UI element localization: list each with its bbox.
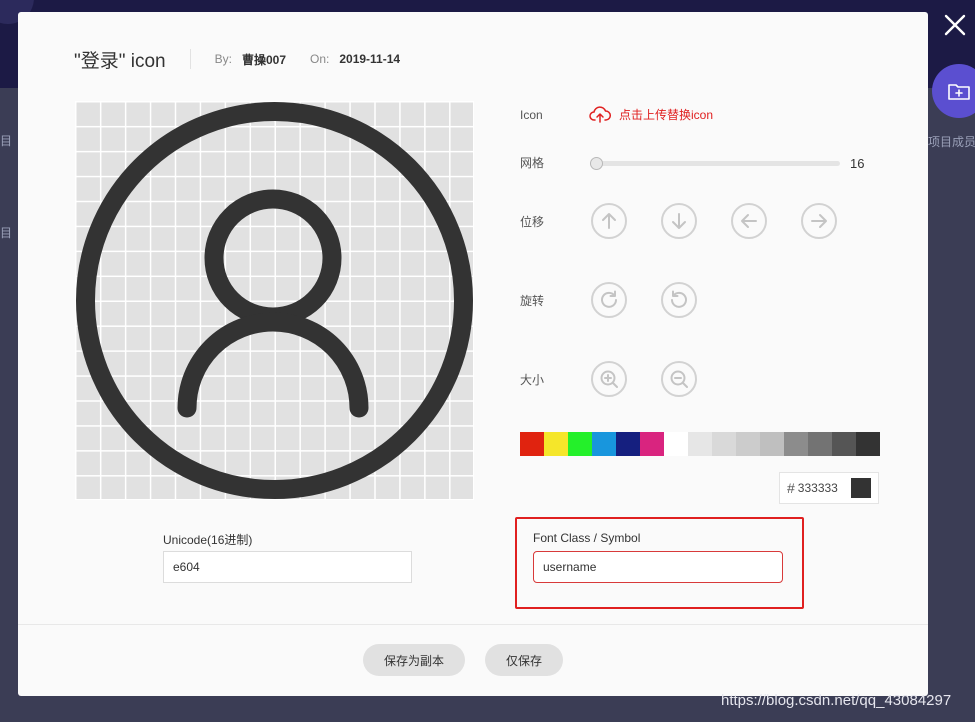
hex-hash-symbol: # — [787, 480, 795, 496]
color-swatch[interactable] — [832, 432, 856, 456]
rotate-clockwise-button[interactable] — [591, 282, 627, 318]
dialog-title: "登录" icon — [74, 50, 166, 72]
color-swatch[interactable] — [688, 432, 712, 456]
arrow-right-icon — [811, 214, 827, 228]
move-label: 位移 — [520, 215, 545, 229]
color-swatch[interactable] — [592, 432, 616, 456]
zoom-in-icon — [600, 370, 618, 388]
arrow-up-icon — [602, 213, 616, 229]
user-icon — [76, 102, 473, 499]
footer-divider — [18, 624, 928, 625]
move-down-button[interactable] — [661, 203, 697, 239]
color-preview-chip — [850, 478, 871, 498]
zoom-in-button[interactable] — [591, 361, 627, 397]
left-edge-mark: 目 — [0, 226, 13, 240]
hex-color-input[interactable] — [797, 481, 848, 495]
rotate-label: 旋转 — [520, 294, 545, 308]
arrow-down-icon — [672, 213, 686, 229]
color-palette — [520, 432, 880, 456]
color-swatch[interactable] — [544, 432, 568, 456]
color-swatch[interactable] — [736, 432, 760, 456]
size-label: 大小 — [520, 373, 545, 387]
rotate-counterclockwise-icon — [671, 290, 687, 308]
date-label: On: — [310, 52, 330, 66]
rotate-counterclockwise-button[interactable] — [661, 282, 697, 318]
close-icon — [944, 14, 966, 36]
upload-icon-text: 点击上传替换icon — [619, 107, 714, 122]
color-swatch[interactable] — [808, 432, 832, 456]
unicode-input[interactable] — [163, 551, 412, 583]
close-button[interactable] — [938, 8, 972, 42]
color-swatch[interactable] — [664, 432, 688, 456]
save-as-copy-button[interactable]: 保存为副本 — [363, 644, 465, 676]
color-swatch[interactable] — [616, 432, 640, 456]
color-swatch[interactable] — [712, 432, 736, 456]
zoom-out-button[interactable] — [661, 361, 697, 397]
grid-slider-track — [590, 161, 840, 166]
color-swatch[interactable] — [568, 432, 592, 456]
cloud-upload-icon — [589, 106, 611, 123]
grid-value: 16 — [850, 156, 865, 171]
folder-plus-icon — [948, 84, 970, 100]
color-swatch[interactable] — [520, 432, 544, 456]
date-value: 2019-11-14 — [339, 52, 401, 66]
icon-preview-canvas[interactable] — [75, 101, 474, 500]
grid-slider[interactable] — [590, 157, 840, 170]
header-divider — [189, 49, 191, 69]
hex-color-field[interactable]: # — [779, 472, 879, 504]
left-edge-mark: 目 — [0, 134, 13, 148]
color-swatch[interactable] — [856, 432, 880, 456]
grid-slider-thumb[interactable] — [590, 157, 603, 170]
font-class-input[interactable] — [533, 551, 783, 583]
dialog-header: "登录" icon By: 曹操007 On: 2019-11-14 — [74, 44, 424, 74]
icon-label: Icon — [520, 108, 543, 122]
save-only-button[interactable]: 仅保存 — [485, 644, 563, 676]
color-swatch[interactable] — [784, 432, 808, 456]
font-class-label: Font Class / Symbol — [533, 531, 641, 545]
grid-label: 网格 — [520, 156, 545, 170]
rotate-clockwise-icon — [601, 290, 617, 308]
icon-edit-dialog: "登录" icon By: 曹操007 On: 2019-11-14 Icon … — [18, 12, 928, 696]
move-left-button[interactable] — [731, 203, 767, 239]
upload-icon-button[interactable]: 点击上传替换icon — [589, 102, 713, 126]
side-label-members: 项目成员 — [928, 135, 975, 149]
move-up-button[interactable] — [591, 203, 627, 239]
author-label: By: — [214, 52, 232, 66]
move-right-button[interactable] — [801, 203, 837, 239]
unicode-label: Unicode(16进制) — [163, 533, 253, 547]
arrow-left-icon — [741, 214, 757, 228]
color-swatch[interactable] — [760, 432, 784, 456]
watermark-text: https://blog.csdn.net/qq_43084297 — [721, 692, 952, 709]
zoom-out-icon — [670, 370, 688, 388]
author-value: 曹操007 — [241, 52, 286, 67]
color-swatch[interactable] — [640, 432, 664, 456]
